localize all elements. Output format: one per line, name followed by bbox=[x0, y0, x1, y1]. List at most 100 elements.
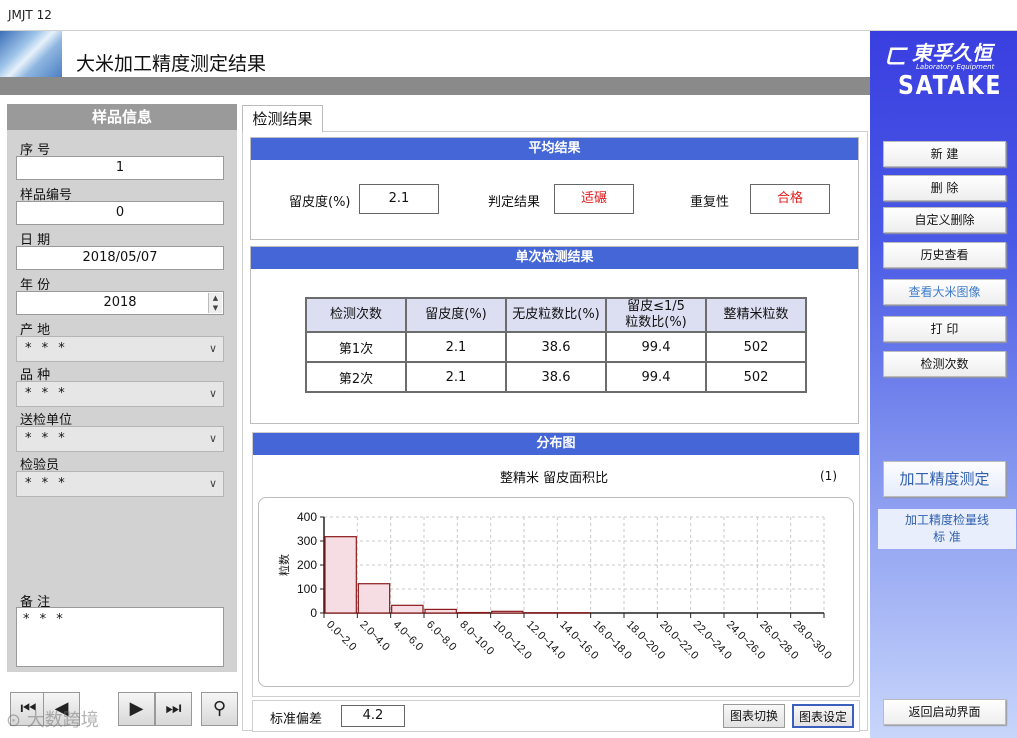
distribution-chart: 0 100 200 300 400 粒数 0.0~2.02.0~4.04.0~6.06.0~… bbox=[277, 510, 834, 662]
chevron-down-icon: ∨ bbox=[208, 477, 217, 490]
table-row: 第2次 2.1 38.6 99.4 502 bbox=[305, 361, 807, 393]
std-label: 标准偏差 bbox=[270, 712, 323, 727]
brand-cn: 東孚久恒 bbox=[912, 41, 992, 65]
serial-field[interactable]: 1 bbox=[16, 156, 224, 180]
variety-select[interactable]: * * * ∨ bbox=[16, 381, 224, 407]
avg-bran-label: 留皮度(%) bbox=[289, 195, 351, 210]
bar bbox=[357, 583, 391, 614]
year-spinner[interactable]: ▲ ▼ bbox=[208, 293, 222, 313]
last-record-button[interactable]: ⏭ bbox=[155, 692, 192, 726]
date-field[interactable]: 2018/05/07 bbox=[16, 246, 224, 270]
year-value: 2018 bbox=[103, 295, 137, 310]
inspector-value: * * * bbox=[25, 476, 68, 491]
sample-panel-title: 样品信息 bbox=[7, 104, 237, 130]
table-cell: 502 bbox=[705, 361, 807, 393]
origin-value: * * * bbox=[25, 341, 68, 356]
sample-panel: 样品信息 序 号 1 样品编号 0 日 期 2018/05/07 年 份 201… bbox=[7, 104, 237, 672]
table-cell: 99.4 bbox=[605, 361, 707, 393]
table-header-row: 检测次数 留皮度(%) 无皮粒数比(%) 留皮≤1/5 粒数比(%) 整精米粒数 bbox=[305, 297, 807, 333]
window-titlebar: JMJT 12 bbox=[0, 0, 1017, 31]
bar bbox=[491, 610, 524, 614]
table-cell: 38.6 bbox=[505, 331, 607, 363]
average-title: 平均结果 bbox=[251, 138, 858, 160]
table-cell: 99.4 bbox=[605, 331, 707, 363]
inspector-select[interactable]: * * * ∨ bbox=[16, 471, 224, 497]
chart-switch-button[interactable]: 图表切换 bbox=[723, 704, 785, 728]
table-header: 留皮≤1/5 粒数比(%) bbox=[605, 297, 707, 333]
x-tick-label: 8.0~10.0 bbox=[457, 619, 496, 658]
sample-id-field[interactable]: 0 bbox=[16, 201, 224, 225]
single-title: 单次检测结果 bbox=[251, 247, 858, 269]
table-row: 第1次 2.1 38.6 99.4 502 bbox=[305, 331, 807, 363]
page-title: 大米加工精度测定结果 bbox=[76, 53, 267, 75]
y-tick-label: 400 bbox=[297, 510, 317, 524]
brand-mark-icon: ㄈ bbox=[884, 45, 907, 70]
std-value: 4.2 bbox=[341, 705, 405, 727]
chart-settings-button[interactable]: 图表设定 bbox=[792, 704, 854, 728]
table-cell: 2.1 bbox=[405, 331, 507, 363]
bar bbox=[324, 536, 357, 614]
table-cell: 第1次 bbox=[305, 331, 407, 363]
chart-title: 整精米 留皮面积比 bbox=[500, 471, 609, 486]
search-icon: ⚲ bbox=[212, 698, 227, 719]
x-tick-label: 4.0~6.0 bbox=[391, 619, 426, 654]
y-tick-label: 200 bbox=[297, 558, 317, 572]
variety-value: * * * bbox=[25, 386, 68, 401]
chevron-down-icon: ∨ bbox=[208, 387, 217, 400]
table-header: 检测次数 bbox=[305, 297, 407, 333]
chevron-down-icon: ∨ bbox=[208, 432, 217, 445]
avg-bran-value: 2.1 bbox=[359, 184, 439, 214]
avg-repeat-label: 重复性 bbox=[690, 195, 730, 210]
y-tick-label: 0 bbox=[310, 606, 317, 620]
return-button[interactable]: 返回启动界面 bbox=[883, 699, 1006, 725]
table-header: 留皮度(%) bbox=[405, 297, 507, 333]
print-button[interactable]: 打 印 bbox=[883, 316, 1006, 342]
table-cell: 38.6 bbox=[505, 361, 607, 393]
chevron-down-icon: ∨ bbox=[208, 342, 217, 355]
submitter-value: * * * bbox=[25, 431, 68, 446]
y-tick-label: 300 bbox=[297, 534, 317, 548]
x-tick-label: 2.0~4.0 bbox=[357, 619, 392, 654]
table-cell: 502 bbox=[705, 331, 807, 363]
count-button[interactable]: 检测次数 bbox=[883, 351, 1006, 377]
custom-delete-button[interactable]: 自定义删除 bbox=[883, 207, 1006, 233]
tab-results[interactable]: 检测结果 bbox=[242, 105, 323, 132]
window-title: JMJT 12 bbox=[8, 8, 52, 22]
standard-button[interactable]: 加工精度检量线 标 准 bbox=[878, 509, 1016, 549]
table-cell: 第2次 bbox=[305, 361, 407, 393]
mode-button[interactable]: 加工精度测定 bbox=[883, 461, 1006, 497]
year-field[interactable]: 2018 ▲ ▼ bbox=[16, 291, 224, 315]
history-button[interactable]: 历史查看 bbox=[883, 242, 1006, 268]
avg-judge-label: 判定结果 bbox=[488, 195, 541, 210]
brand-sub: Laboratory Equipment bbox=[916, 63, 995, 71]
delete-button[interactable]: 删 除 bbox=[883, 175, 1006, 201]
new-button[interactable]: 新 建 bbox=[883, 141, 1006, 167]
search-button[interactable]: ⚲ bbox=[201, 692, 238, 726]
brand-logo: ㄈ 東孚久恒 Laboratory Equipment SATAKE bbox=[882, 37, 1007, 101]
next-record-button[interactable]: ▶ bbox=[118, 692, 155, 726]
header-stripe bbox=[0, 77, 870, 95]
table-header: 整精米粒数 bbox=[705, 297, 807, 333]
table-cell: 2.1 bbox=[405, 361, 507, 393]
avg-repeat-value: 合格 bbox=[750, 184, 830, 214]
avg-judge-value: 适碾 bbox=[554, 184, 634, 214]
memo-field[interactable]: * * * bbox=[16, 607, 224, 667]
y-tick-label: 100 bbox=[297, 582, 317, 596]
y-axis-label: 粒数 bbox=[277, 554, 291, 576]
bar bbox=[391, 604, 424, 614]
brand-panel: ㄈ 東孚久恒 Laboratory Equipment SATAKE bbox=[870, 31, 1017, 738]
header: 大米加工精度测定结果 bbox=[0, 31, 870, 77]
table-header: 无皮粒数比(%) bbox=[505, 297, 607, 333]
submitter-select[interactable]: * * * ∨ bbox=[16, 426, 224, 452]
header-logo-image bbox=[0, 31, 62, 77]
bar bbox=[424, 608, 457, 614]
distribution-title: 分布图 bbox=[253, 433, 859, 455]
view-image-button[interactable]: 查看大米图像 bbox=[883, 279, 1006, 305]
x-tick-label: 6.0~8.0 bbox=[424, 619, 459, 654]
watermark: ⊙ 大数跨境 bbox=[6, 710, 99, 731]
chart-index: (1) bbox=[820, 469, 837, 483]
single-results-table: 检测次数 留皮度(%) 无皮粒数比(%) 留皮≤1/5 粒数比(%) 整精米粒数… bbox=[305, 297, 807, 393]
x-tick-label: 0.0~2.0 bbox=[324, 619, 359, 654]
origin-select[interactable]: * * * ∨ bbox=[16, 336, 224, 362]
brand-name: SATAKE bbox=[898, 71, 1003, 101]
